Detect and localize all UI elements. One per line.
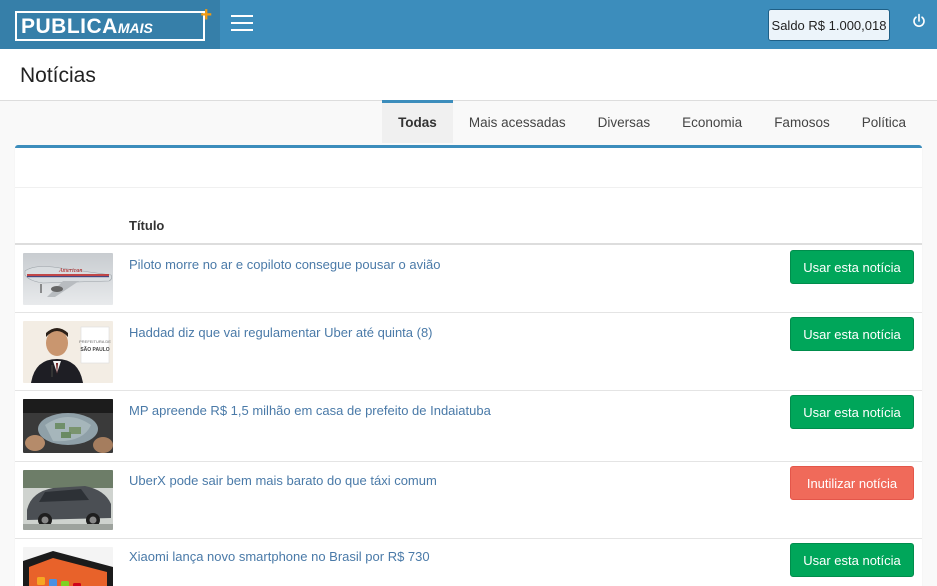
tab-diversas[interactable]: Diversas (582, 100, 667, 143)
power-icon[interactable] (911, 13, 931, 33)
logo-text: PUBLICAMAIS (21, 14, 153, 38)
placard-line-1: PREFEITURA DE (79, 339, 111, 344)
news-thumbnail: PREFEITURA DE SÃO PAULO (23, 321, 113, 383)
table-row: American Piloto morre no ar e copiloto c… (15, 245, 922, 313)
placard-line-2: SÃO PAULO (80, 346, 109, 353)
table-row: MP apreende R$ 1,5 milhão em casa de pre… (15, 391, 922, 462)
news-box: Título American Piloto morre no ar e cop… (15, 145, 922, 586)
app-logo[interactable]: PUBLICAMAIS + (15, 5, 212, 41)
column-header-title: Título (129, 218, 165, 233)
top-navbar: PUBLICAMAIS + Saldo R$ 1.000,018 (0, 0, 937, 49)
menu-toggle-icon[interactable] (231, 15, 253, 33)
logo-area[interactable]: PUBLICAMAIS + (0, 0, 220, 49)
use-news-button[interactable]: Usar esta notícia (790, 317, 914, 351)
tab-famosos[interactable]: Famosos (758, 100, 846, 143)
table-row: UberX pode sair bem mais barato do que t… (15, 462, 922, 539)
news-thumbnail: American (23, 253, 113, 305)
news-thumbnail (23, 399, 113, 453)
table-header: Título (15, 188, 922, 245)
balance-button[interactable]: Saldo R$ 1.000,018 (768, 9, 890, 41)
tab-politica[interactable]: Política (846, 100, 922, 143)
use-news-button[interactable]: Usar esta notícia (790, 543, 914, 577)
news-thumbnail (23, 470, 113, 530)
use-news-button[interactable]: Usar esta notícia (790, 250, 914, 284)
discard-news-button[interactable]: Inutilizar notícia (790, 466, 914, 500)
box-header (15, 148, 922, 188)
airline-label: American (58, 268, 82, 274)
logo-plus-icon: + (200, 4, 212, 26)
news-title-link[interactable]: Haddad diz que vai regulamentar Uber até… (129, 325, 433, 340)
page-header: Notícias (0, 49, 937, 101)
news-title-link[interactable]: MP apreende R$ 1,5 milhão em casa de pre… (129, 403, 491, 418)
news-title-link[interactable]: Xiaomi lança novo smartphone no Brasil p… (129, 549, 430, 564)
news-thumbnail (23, 547, 113, 586)
table-row: Xiaomi lança novo smartphone no Brasil p… (15, 539, 922, 586)
use-news-button[interactable]: Usar esta notícia (790, 395, 914, 429)
page-title: Notícias (20, 64, 96, 87)
news-title-link[interactable]: Piloto morre no ar e copiloto consegue p… (129, 257, 440, 272)
tab-economia[interactable]: Economia (666, 100, 758, 143)
tab-mais-acessadas[interactable]: Mais acessadas (453, 100, 582, 143)
category-tabs: Todas Mais acessadas Diversas Economia F… (382, 100, 922, 143)
news-title-link[interactable]: UberX pode sair bem mais barato do que t… (129, 473, 437, 488)
table-row: PREFEITURA DE SÃO PAULO Haddad diz que v… (15, 313, 922, 391)
tab-todas[interactable]: Todas (382, 100, 453, 143)
